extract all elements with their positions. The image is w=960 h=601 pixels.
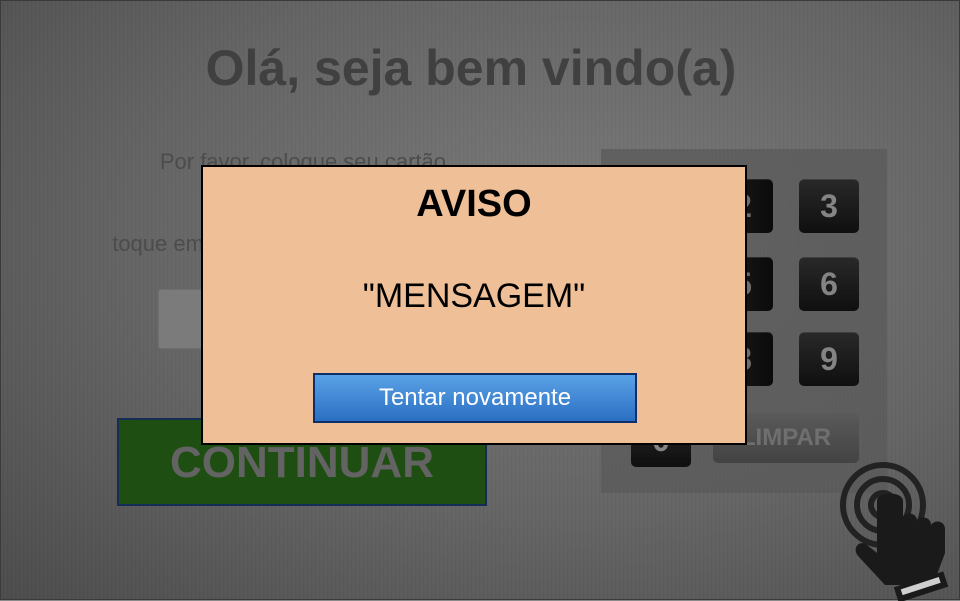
dialog-message: "MENSAGEM" [362,277,586,315]
touch-hand-icon [840,462,949,601]
retry-button[interactable]: Tentar novamente [313,373,637,423]
atm-screen: Olá, seja bem vindo(a) Por favor, coloqu… [0,0,960,601]
alert-dialog: AVISO "MENSAGEM" Tentar novamente [201,165,747,445]
dialog-title: AVISO [416,183,532,225]
